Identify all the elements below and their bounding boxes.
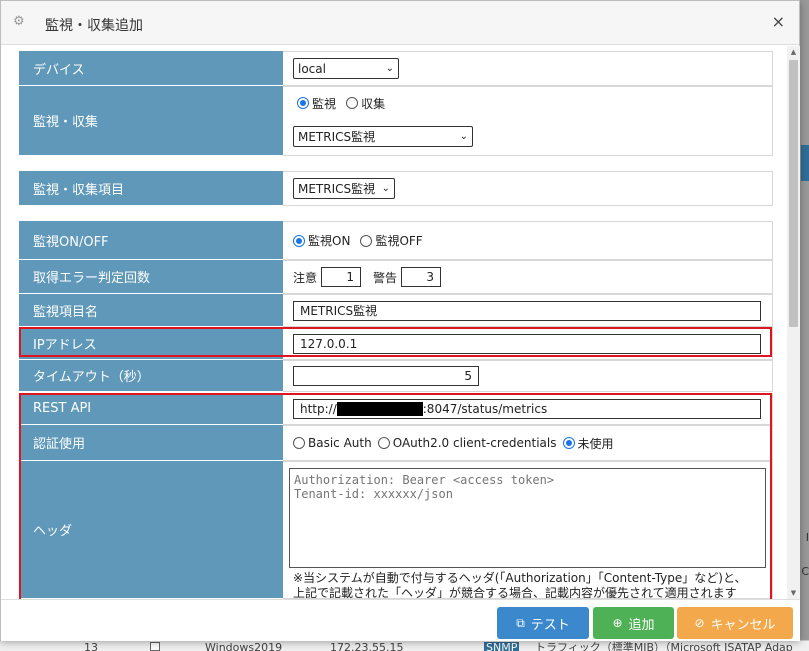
onoff-label: 監視ON/OFF [19,221,283,260]
error-count-label: 取得エラー判定回数 [19,260,283,294]
item-name-row: 監視項目名 METRICS監視 [19,294,773,327]
background-text: トラフィック（標準MIB）（Microsoft ISATAP Adap [535,641,793,651]
header-note-line1: ※当システムが自動で付与するヘッダ(「Authorization」「Conten… [293,571,747,585]
onoff-row: 監視ON/OFF 監視ON 監視OFF [19,221,773,260]
background-badge: SNMP [484,641,520,651]
device-label: デバイス [19,51,283,86]
warning-input[interactable]: 3 [401,267,442,287]
add-button[interactable]: ⊕ 追加 [593,607,674,639]
item-name-label: 監視項目名 [19,294,283,327]
auth-label: 認証使用 [19,425,283,461]
error-count-row: 取得エラー判定回数 注意 1 警告 3 [19,260,773,294]
auth-row: 認証使用 Basic Auth OAuth2.0 client-credenti… [19,425,773,461]
test-button-label: テスト [530,617,570,633]
rest-api-label: REST API [19,393,283,425]
timeout-input[interactable]: 5 [293,366,479,386]
device-row: デバイス local ⌄ [19,51,773,86]
rest-api-input[interactable]: http:// :8047/status/metrics [293,399,761,419]
chevron-down-icon: ⌄ [385,63,394,74]
rest-api-row: REST API http:// :8047/status/metrics [19,393,773,425]
monitor-collect-row: 監視・収集 監視 収集 METRICS監視 ⌄ [19,86,773,156]
plus-circle-icon: ⊕ [612,616,623,630]
ip-cell: 127.0.0.1 [283,327,773,360]
timeout-cell: 5 [283,360,773,392]
background-row-number: 13 [84,641,98,651]
timeout-label: タイムアウト（秒） [19,360,283,392]
basic-auth-label: Basic Auth [308,436,372,450]
oauth-radio[interactable] [377,437,390,449]
rest-api-cell: http:// :8047/status/metrics [283,393,773,425]
background-panel [801,145,809,181]
close-icon[interactable]: × [772,12,785,31]
monitor-off-label: 監視OFF [375,234,423,248]
scrollbar-thumb[interactable] [789,60,798,327]
scroll-down-icon[interactable]: ▼ [787,587,800,599]
timeout-row: タイムアウト（秒） 5 [19,360,773,392]
auth-cell: Basic Auth OAuth2.0 client-credentials 未… [283,425,773,461]
dialog-body: デバイス local ⌄ 監視・収集 監視 収集 METRICS監視 ⌄ 監視・… [1,46,800,599]
monitor-item-label: 監視・収集項目 [19,171,283,206]
header-note: ※当システムが自動で付与するヘッダ(「Authorization」「Conten… [293,571,763,599]
header-note-line2: 上記で記載された「ヘッダ」が競合する場合、記載内容が優先されて適用されます [293,586,737,599]
cancel-button-label: キャンセル [710,617,776,633]
monitor-type-select[interactable]: METRICS監視 ⌄ [293,126,473,147]
header-label: ヘッダ [19,461,283,599]
no-auth-label: 未使用 [577,436,614,451]
monitor-item-select[interactable]: METRICS監視 ⌄ [293,178,395,199]
item-name-input[interactable]: METRICS監視 [293,300,761,321]
monitor-collect-cell: 監視 収集 METRICS監視 ⌄ [283,86,773,156]
warning-label: 警告 [373,270,398,285]
error-count-cell: 注意 1 警告 3 [283,260,773,294]
dialog-footer: ⧉ テスト ⊕ 追加 ⊘ キャンセル [1,599,800,641]
test-button[interactable]: ⧉ テスト [497,607,589,639]
item-name-cell: METRICS監視 [283,294,773,327]
device-select[interactable]: local ⌄ [293,58,399,79]
ban-icon: ⊘ [694,616,705,630]
chevron-down-icon: ⌄ [381,183,390,194]
redacted-block [336,402,423,416]
dialog-header: ⚙ 監視・収集追加 × [1,1,799,45]
oauth-label: OAuth2.0 client-credentials [392,436,557,450]
caution-label: 注意 [293,270,318,285]
dialog-title: 監視・収集追加 [45,18,143,34]
onoff-cell: 監視ON 監視OFF [283,221,773,260]
background-table-row: 13 Windows2019 172.23.55.15 SNMP トラフィック（… [0,640,809,651]
monitor-radio-label: 監視 [312,97,337,111]
cancel-button[interactable]: ⊘ キャンセル [677,607,793,639]
no-auth-radio[interactable] [562,437,575,449]
background-row-checkbox [150,642,160,651]
caution-input[interactable]: 1 [321,267,362,287]
scroll-up-icon[interactable]: ▲ [787,46,800,58]
monitor-off-radio[interactable] [360,234,373,247]
background-side-text: C [801,565,809,578]
monitor-collect-label: 監視・収集 [19,86,283,156]
monitor-radio[interactable] [297,97,309,109]
ip-row: IPアドレス 127.0.0.1 [19,327,773,360]
collect-radio-label: 収集 [361,97,386,111]
dialog-scrollbar[interactable]: ▲ ▼ [787,46,800,599]
link-icon: ⧉ [516,615,525,630]
ip-input[interactable]: 127.0.0.1 [293,333,761,354]
ip-label: IPアドレス [19,327,283,360]
monitor-on-radio[interactable] [293,234,305,247]
background-ip: 172.23.55.15 [330,641,404,651]
add-monitor-dialog: ⚙ 監視・収集追加 × デバイス local ⌄ 監視・収集 監視 収集 METR [0,0,800,641]
header-row: ヘッダ ※当システムが自動で付与するヘッダ(「Authorization」「Co… [19,461,773,599]
chevron-down-icon: ⌄ [459,131,468,142]
collect-radio[interactable] [346,97,359,109]
header-cell: ※当システムが自動で付与するヘッダ(「Authorization」「Conten… [283,461,773,599]
basic-auth-radio[interactable] [293,437,305,449]
add-button-label: 追加 [628,617,655,633]
header-textarea[interactable] [289,468,766,568]
gear-icon: ⚙ [13,14,25,29]
monitor-item-cell: METRICS監視 ⌄ [283,171,773,206]
monitor-on-label: 監視ON [308,234,351,248]
device-cell: local ⌄ [283,51,773,86]
rest-api-prefix: http:// [300,402,337,416]
rest-api-suffix: :8047/status/metrics [422,402,548,416]
monitor-item-row: 監視・収集項目 METRICS監視 ⌄ [19,171,773,206]
background-os: Windows2019 [205,641,283,651]
